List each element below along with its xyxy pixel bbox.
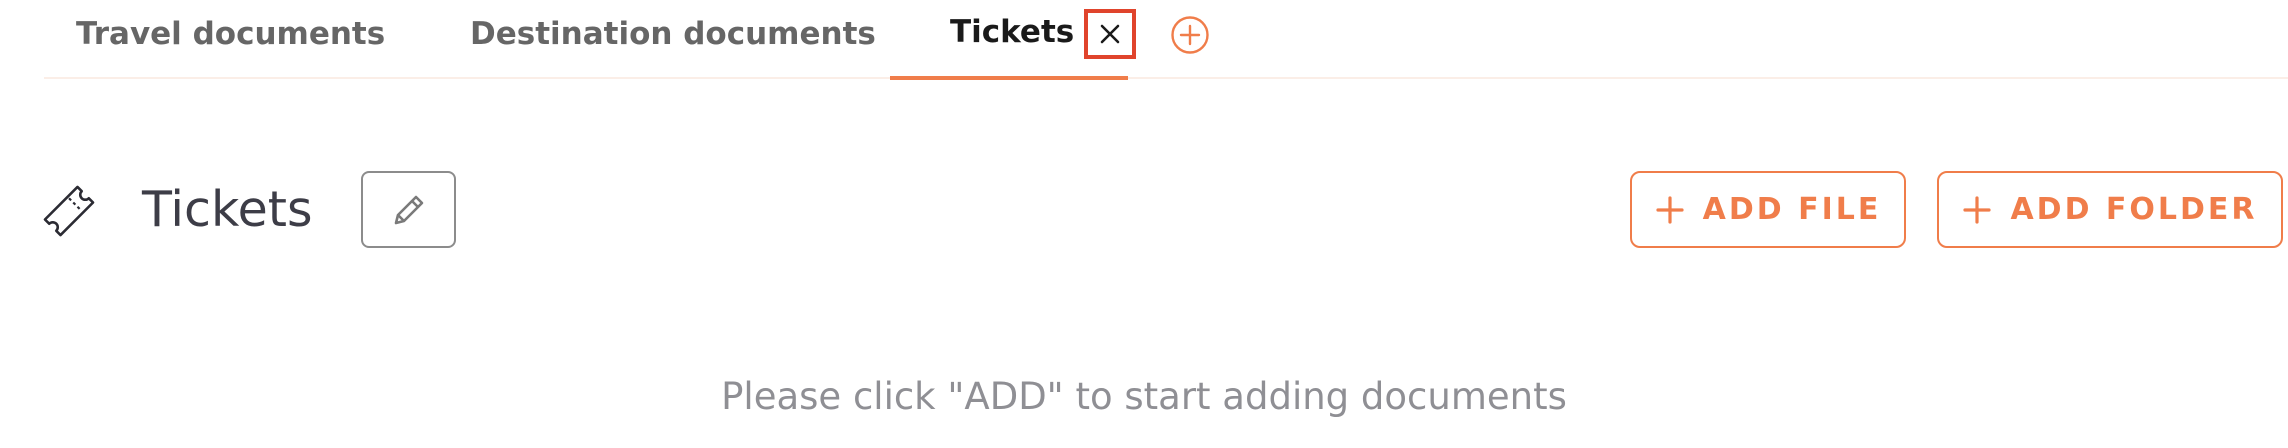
pencil-icon: [394, 195, 423, 224]
add-folder-label: ADD FOLDER: [2010, 192, 2258, 227]
close-icon: [1100, 24, 1120, 44]
close-tab-button[interactable]: [1084, 9, 1136, 59]
plus-circle-icon[interactable]: [1170, 15, 1210, 55]
tab-travel-documents[interactable]: Travel documents: [76, 0, 385, 80]
tab-destination-documents[interactable]: Destination documents: [470, 0, 876, 80]
edit-title-button[interactable]: [361, 171, 456, 248]
tab-label: Travel documents: [76, 16, 386, 52]
empty-state-message: Please click "ADD" to start adding docum…: [721, 375, 1567, 418]
add-file-label: ADD FILE: [1702, 192, 1882, 227]
page-title: Tickets: [142, 181, 313, 238]
ticket-icon: [43, 185, 95, 237]
tabs-bar: Travel documents Destination documents T…: [44, 0, 2288, 80]
tab-tickets[interactable]: Tickets: [890, 0, 1138, 80]
tab-label: Destination documents: [470, 16, 876, 52]
documents-view: Travel documents Destination documents T…: [0, 0, 2288, 448]
plus-icon: [1656, 195, 1684, 224]
add-file-button[interactable]: ADD FILE: [1630, 171, 1906, 248]
plus-icon: [1963, 195, 1992, 224]
add-folder-button[interactable]: ADD FOLDER: [1937, 171, 2283, 248]
active-tab-indicator: [890, 76, 1128, 80]
tab-label: Tickets: [950, 14, 1075, 50]
